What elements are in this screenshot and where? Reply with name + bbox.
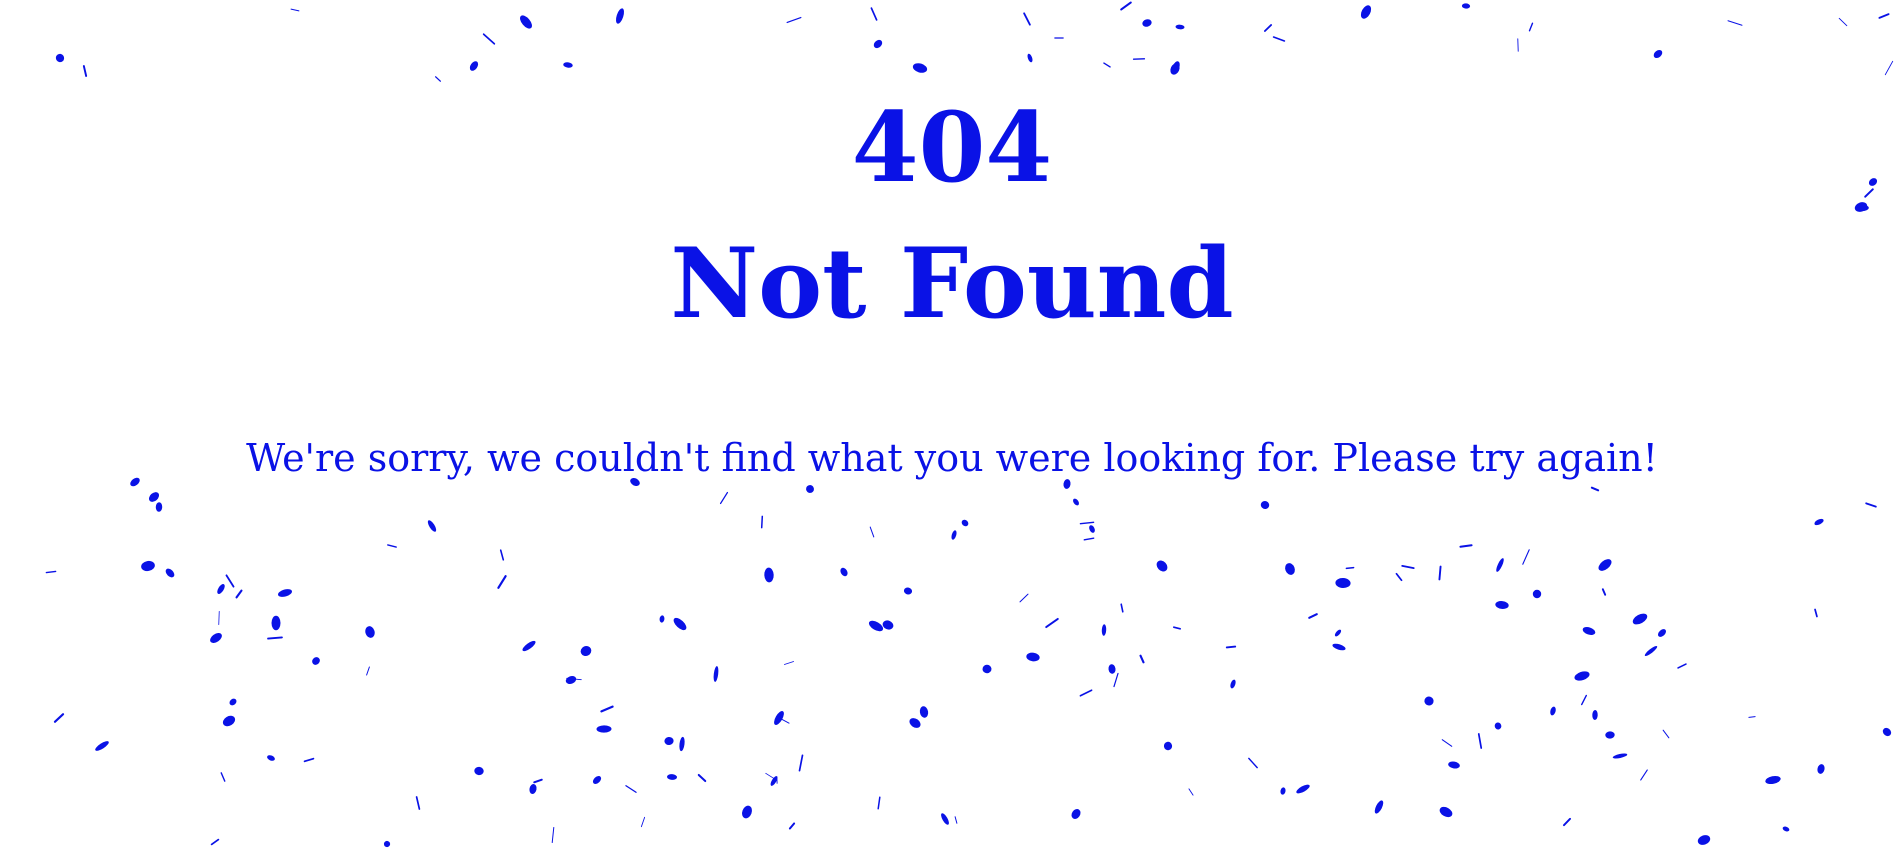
error-code: 404 [851, 91, 1053, 204]
error-page: 404 Not Found We're sorry, we couldn't f… [0, 0, 1904, 861]
error-message: We're sorry, we couldn't find what you w… [246, 436, 1658, 480]
error-title: Not Found [670, 227, 1234, 340]
